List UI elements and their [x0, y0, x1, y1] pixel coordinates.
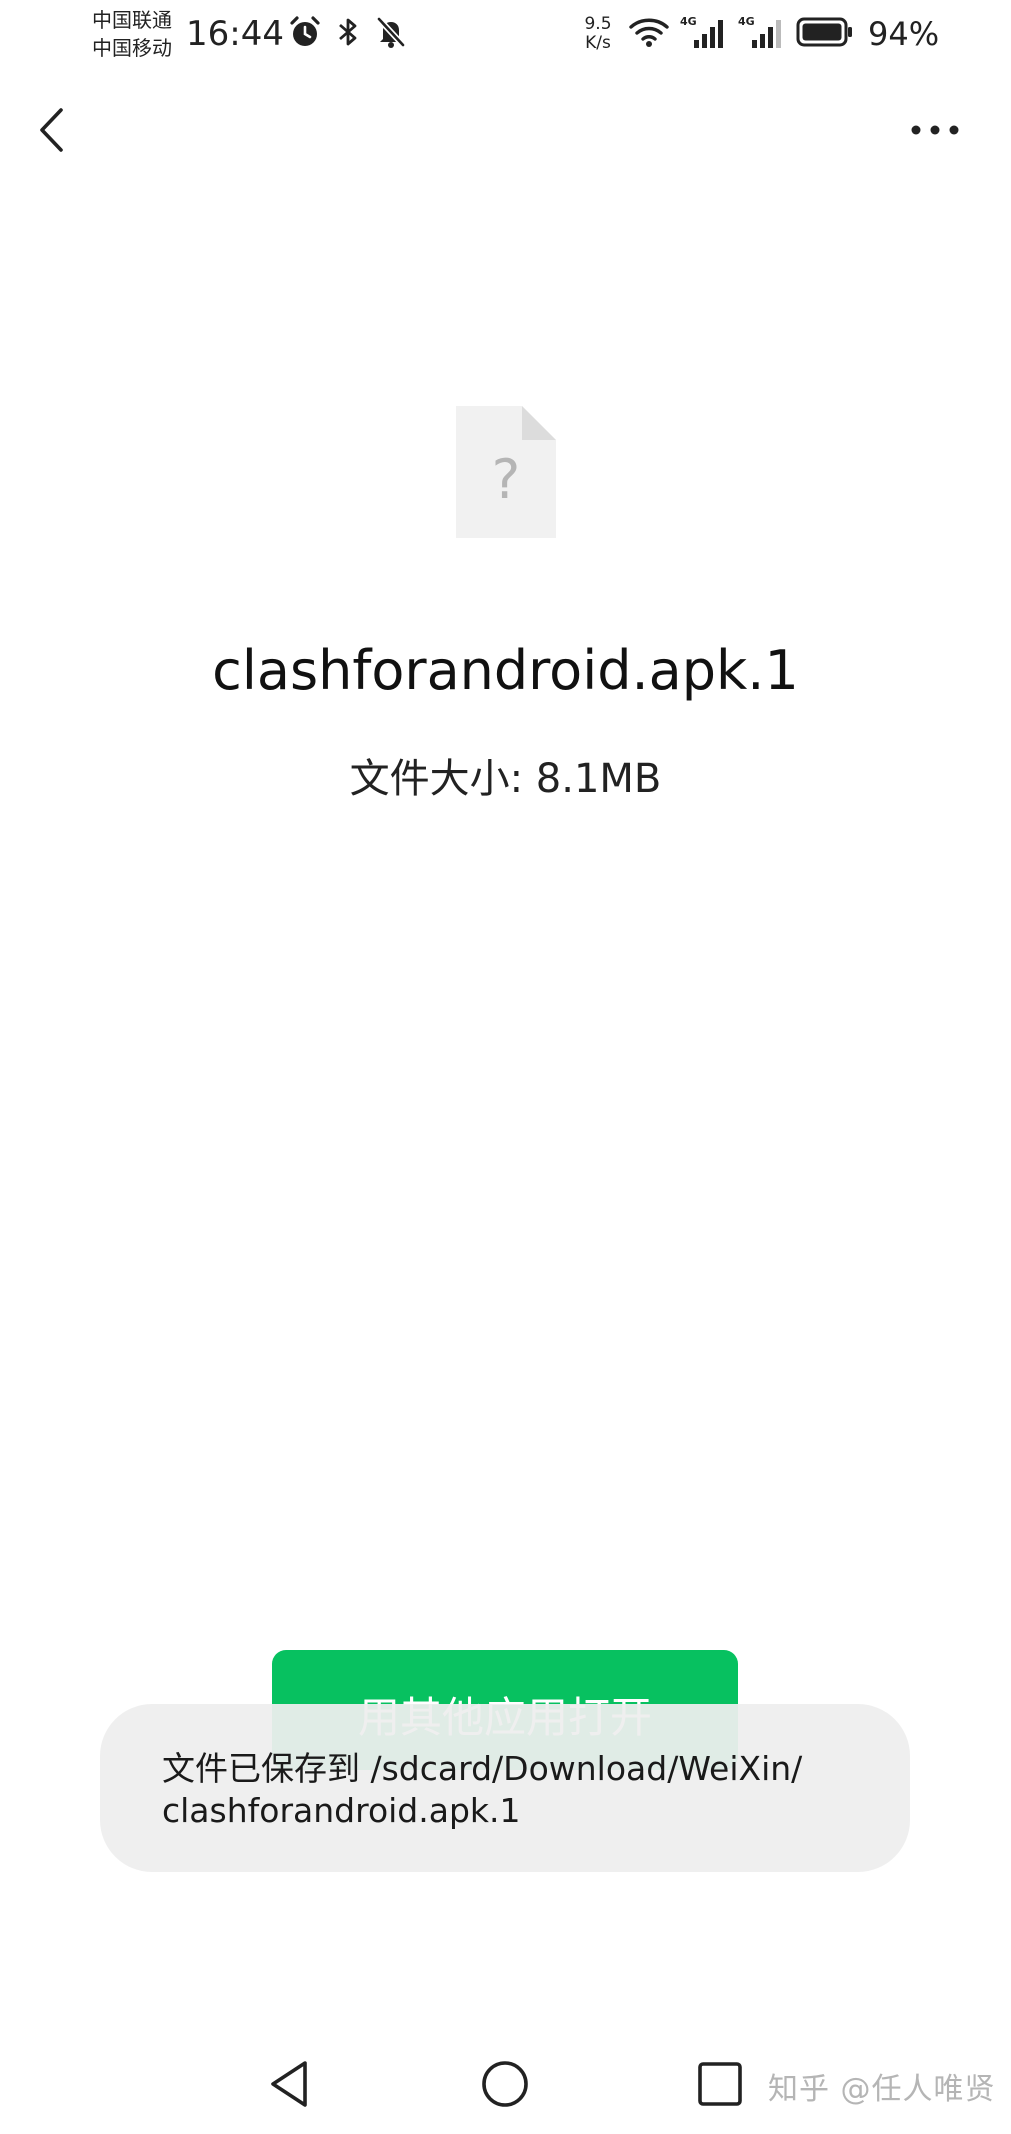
svg-text:4G: 4G	[680, 15, 697, 28]
battery-icon	[796, 16, 854, 52]
nav-back-icon	[271, 2061, 307, 2107]
saved-toast: 文件已保存到 /sdcard/Download/WeiXin/ clashfor…	[100, 1704, 910, 1872]
system-nav-bar: 知乎 @任人唯贤	[0, 2034, 1011, 2134]
nav-recent-icon	[698, 2062, 742, 2106]
network-speed-unit: K/s	[585, 33, 611, 53]
network-speed-value: 9.5	[584, 14, 612, 34]
bluetooth-icon	[336, 15, 360, 53]
nav-home-icon	[482, 2061, 528, 2107]
alarm-icon	[288, 15, 322, 53]
file-name: clashforandroid.apk.1	[212, 639, 799, 702]
mute-bell-icon	[374, 15, 408, 53]
network-speed: 9.5 K/s	[578, 15, 618, 53]
file-size: 文件大小: 8.1MB	[349, 756, 662, 802]
more-options-button[interactable]	[905, 104, 965, 156]
status-icons-right: 9.5 K/s 4G 4G 94%	[578, 12, 939, 56]
nav-home-button[interactable]	[475, 2054, 535, 2114]
status-icons-left	[288, 16, 408, 52]
nav-back-button[interactable]	[260, 2054, 320, 2114]
carrier-2: 中国移动	[92, 36, 172, 60]
wifi-icon	[628, 15, 670, 53]
signal-4g-icon: 4G	[680, 14, 728, 54]
chevron-left-icon	[40, 108, 63, 152]
battery-percent: 94%	[868, 15, 940, 53]
status-time: 16:44	[186, 14, 284, 54]
unknown-file-icon: ?	[456, 406, 556, 538]
app-bar	[0, 90, 1011, 170]
status-bar: 中国联通 中国移动 16:44 9.5 K/s 4G 4G 94%	[0, 0, 1011, 70]
back-button[interactable]	[26, 104, 78, 156]
toast-line-1: 文件已保存到 /sdcard/Download/WeiXin/	[162, 1749, 803, 1788]
toast-line-2: clashforandroid.apk.1	[162, 1791, 521, 1830]
nav-recent-button[interactable]	[690, 2054, 750, 2114]
svg-text:4G: 4G	[738, 15, 755, 28]
carrier-1: 中国联通	[92, 8, 172, 32]
unknown-file-glyph: ?	[492, 448, 521, 511]
carrier-names: 中国联通 中国移动	[92, 6, 172, 62]
more-horizontal-icon	[911, 125, 959, 135]
signal-4g-icon: 4G	[738, 14, 786, 54]
watermark: 知乎 @任人唯贤	[768, 2072, 996, 2107]
